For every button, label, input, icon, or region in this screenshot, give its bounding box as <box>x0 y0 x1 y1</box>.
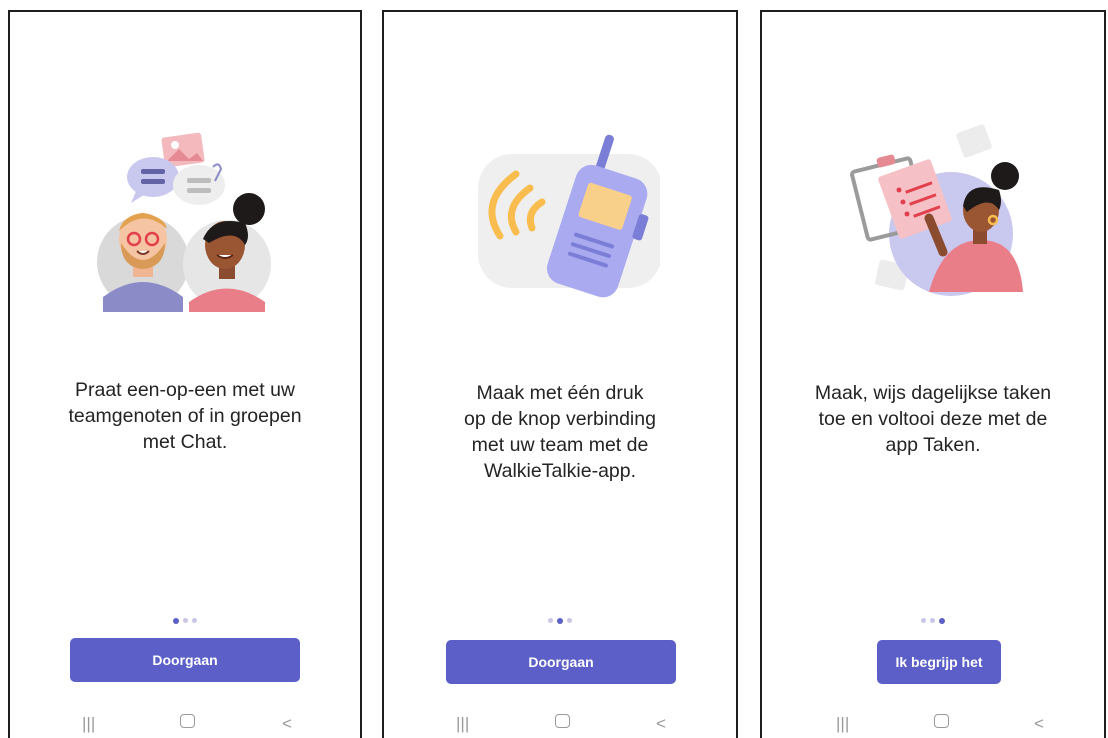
page-dot-3 <box>192 618 197 623</box>
walkie-talkie-icon <box>478 134 660 298</box>
system-nav-bar: ||| < <box>762 712 1104 738</box>
system-nav-bar: ||| < <box>10 712 360 738</box>
page-dot-2 <box>183 618 188 623</box>
tasks-clipboard-icon <box>850 124 1023 296</box>
home-icon[interactable] <box>555 714 570 728</box>
page-dot-3 <box>567 618 572 623</box>
page-dot-3 <box>939 617 945 624</box>
home-icon[interactable] <box>934 714 949 728</box>
recents-icon[interactable]: ||| <box>836 712 849 736</box>
home-icon[interactable] <box>180 714 195 728</box>
page-indicator <box>762 617 1104 624</box>
phone-screen-walkie-talkie: Maak met één druk op de knop verbinding … <box>382 10 738 738</box>
onboarding-caption: Maak met één druk op de knop verbinding … <box>464 382 656 482</box>
got-it-button[interactable]: Ik begrijp het <box>877 640 1001 684</box>
page-dot-1 <box>921 618 926 623</box>
chat-people-icon <box>97 132 271 312</box>
page-dot-1 <box>548 618 553 623</box>
phone-screen-chat: Praat een-op-een met uw teamgenoten of i… <box>8 10 362 738</box>
onboarding-caption: Maak, wijs dagelijkse taken toe en volto… <box>814 382 1052 456</box>
continue-button[interactable]: Doorgaan <box>70 638 300 682</box>
onboarding-caption: Praat een-op-een met uw teamgenoten of i… <box>68 379 302 453</box>
back-icon[interactable]: < <box>1034 712 1044 736</box>
page-indicator <box>10 617 360 624</box>
phone-screen-tasks: Maak, wijs dagelijkse taken toe en volto… <box>760 10 1106 738</box>
page-indicator <box>384 617 736 624</box>
back-icon[interactable]: < <box>656 712 666 736</box>
page-dot-2 <box>557 617 563 624</box>
recents-icon[interactable]: ||| <box>456 712 469 736</box>
recents-icon[interactable]: ||| <box>82 712 95 736</box>
page-dot-2 <box>930 618 935 623</box>
system-nav-bar: ||| < <box>384 712 736 738</box>
page-dot-1 <box>173 617 179 624</box>
continue-button[interactable]: Doorgaan <box>446 640 676 684</box>
back-icon[interactable]: < <box>282 712 292 736</box>
